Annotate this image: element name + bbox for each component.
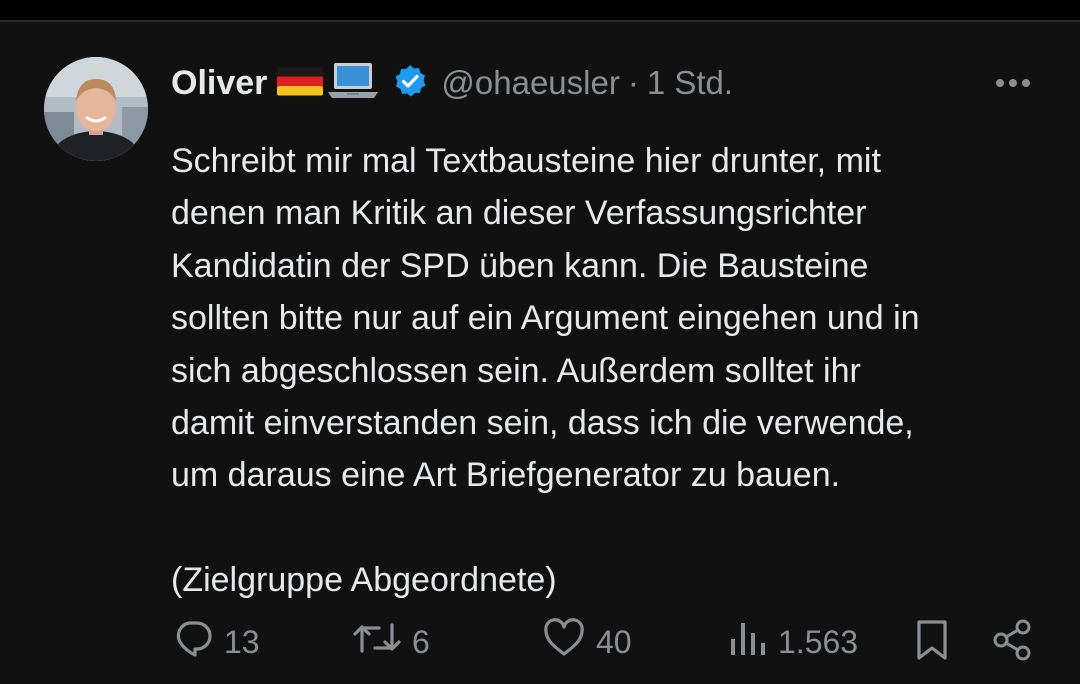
header-separator: ·: [627, 64, 639, 101]
status-bar-strip: [0, 0, 1080, 20]
tweet-text-line: um daraus eine Art Briefgenerator zu bau…: [171, 456, 841, 495]
tweet-text: Schreibt mir mal Textbausteine hier drun…: [171, 135, 1051, 607]
view-count: 1.563: [778, 623, 859, 660]
share-icon: [990, 618, 1036, 667]
more-options-icon[interactable]: [992, 72, 1034, 94]
bookmark-button[interactable]: [912, 618, 952, 667]
laptop-icon: [327, 61, 379, 106]
share-button[interactable]: [990, 618, 1036, 667]
reply-icon: [172, 617, 214, 667]
tweet-header: Oliver @ohaeusler · 1 Std.: [171, 60, 733, 106]
tweet-text-line: sich abgeschlossen sein. Außerdem sollte…: [171, 351, 861, 390]
views-button[interactable]: 1.563: [728, 620, 858, 664]
tweet-text-line: damit einverstanden sein, dass ich die v…: [171, 404, 914, 443]
heart-icon: [542, 617, 586, 667]
verified-badge-icon: [393, 64, 427, 103]
german-flag-icon: [277, 65, 324, 102]
repost-icon: [352, 617, 402, 667]
avatar[interactable]: [44, 57, 148, 161]
repost-count: 6: [412, 623, 430, 660]
author-name[interactable]: Oliver: [171, 64, 267, 103]
tweet-text-line: Schreibt mir mal Textbausteine hier drun…: [171, 142, 881, 180]
analytics-bars-icon: [728, 617, 768, 667]
like-button[interactable]: 40: [542, 617, 632, 667]
reply-button[interactable]: 13: [172, 620, 260, 664]
tweet-text-line: denen man Kritik an dieser Verfassungsri…: [171, 194, 867, 233]
tweet-text-footer: (Zielgruppe Abgeordnete): [171, 561, 557, 600]
like-count: 40: [596, 623, 632, 660]
tweet-text-line: Kandidatin der SPD üben kann. Die Bauste…: [171, 246, 869, 285]
tweet-text-line: sollten bitte nur auf ein Argument einge…: [171, 299, 920, 338]
avatar-image: [44, 57, 148, 161]
repost-button[interactable]: 6: [352, 620, 430, 664]
author-handle[interactable]: @ohaeusler: [441, 64, 619, 102]
bookmark-icon: [912, 618, 952, 667]
tweet-card[interactable]: Oliver @ohaeusler · 1 Std. Schreibt mir …: [0, 20, 1080, 684]
reply-count: 13: [224, 623, 260, 660]
timestamp[interactable]: 1 Std.: [647, 64, 733, 102]
